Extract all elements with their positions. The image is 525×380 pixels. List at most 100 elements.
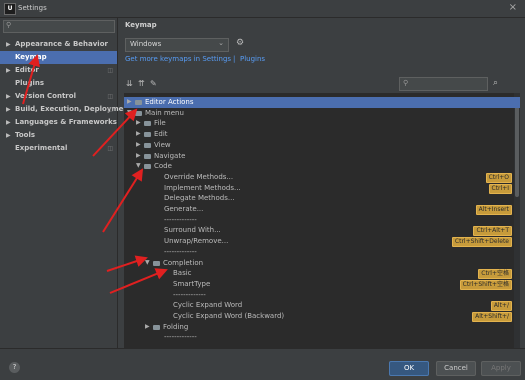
tree-row-label: View [154, 140, 171, 149]
sidebar-item-version-control[interactable]: ▶ Version Control ◫ [0, 90, 117, 103]
tree-group[interactable]: ▶ Editor Actions [124, 97, 520, 108]
cancel-button[interactable]: Cancel [436, 361, 476, 376]
dialog-footer: ? OK Cancel Apply [0, 348, 525, 380]
sidebar-item-label: Appearance & Behavior [15, 40, 108, 48]
project-scope-icon: ◫ [107, 145, 113, 152]
tree-row-label: Edit [154, 130, 168, 139]
tree-group[interactable]: ▶ Navigate [124, 151, 520, 162]
shortcut-badge: Ctrl+Alt+T [473, 226, 512, 237]
chevron-down-icon[interactable]: ▼ [127, 108, 132, 119]
tree-action[interactable]: ------------- [124, 290, 520, 301]
chevron-right-icon[interactable]: ▶ [145, 322, 150, 333]
help-icon[interactable]: ? [9, 362, 20, 373]
chevron-right-icon[interactable]: ▶ [6, 116, 11, 129]
ok-button[interactable]: OK [389, 361, 429, 376]
tree-group[interactable]: ▶ File [124, 118, 520, 129]
tree-row-label: Override Methods... [164, 172, 234, 181]
find-by-shortcut-icon[interactable]: ⌕ [493, 78, 498, 88]
chevron-right-icon[interactable]: ▶ [6, 90, 11, 103]
tree-action[interactable]: ------------- [124, 247, 520, 258]
chevron-right-icon[interactable]: ▶ [6, 103, 11, 116]
chevron-right-icon[interactable]: ▶ [136, 129, 141, 140]
sidebar-item-label: Build, Execution, Deployment [15, 105, 132, 113]
tree-action[interactable]: Cyclic Expand Word (Backward) Alt+Shift+/ [124, 311, 520, 322]
tree-group[interactable]: ▶ Edit [124, 129, 520, 140]
tree-group[interactable]: ▶ View [124, 140, 520, 151]
tree-group[interactable]: ▶ Folding [124, 322, 520, 333]
sidebar-item-label: Experimental [15, 144, 68, 152]
plugins-link[interactable]: Plugins [240, 55, 265, 63]
tree-action[interactable]: Implement Methods... Ctrl+I [124, 183, 520, 194]
expand-all-icon[interactable]: ⇊ [126, 79, 138, 88]
tree-row-label: File [154, 119, 166, 128]
tree-row-label: ------------- [164, 215, 197, 224]
folder-icon [144, 121, 151, 127]
tree-row-label: ------------- [164, 333, 197, 342]
edit-icon[interactable]: ✎ [150, 79, 162, 88]
sidebar-search-input[interactable]: ⚲ [3, 20, 115, 33]
tree-action[interactable]: ------------- [124, 332, 520, 343]
sidebar-item-label: Tools [15, 131, 36, 139]
tree-action[interactable]: Override Methods... Ctrl+O [124, 172, 520, 183]
tree-group[interactable]: ▼ Completion [124, 258, 520, 269]
chevron-right-icon[interactable]: ▶ [127, 97, 132, 108]
sidebar-item-label: Keymap [15, 53, 47, 61]
close-icon[interactable]: × [509, 2, 517, 13]
settings-sidebar: ⚲ ▶ Appearance & Behavior Keymap ▶ Editor ◫ Pl… [0, 18, 132, 348]
shortcut-badge: Ctrl+Shift+空格 [459, 279, 512, 290]
tree-action[interactable]: Basic Ctrl+空格 [124, 268, 520, 280]
sidebar-item-experimental[interactable]: Experimental ◫ [0, 142, 117, 155]
tree-action[interactable]: ------------- [124, 215, 520, 226]
tree-group[interactable]: ▼ Code [124, 161, 520, 172]
shortcut-badge: Ctrl+Shift+Delete [451, 237, 512, 248]
tree-action[interactable]: Unwrap/Remove... Ctrl+Shift+Delete [124, 236, 520, 248]
chevron-down-icon[interactable]: ▼ [145, 258, 150, 269]
chevron-right-icon[interactable]: ▶ [136, 118, 141, 129]
keymap-panel: Keymap Windows ⌄ ⚙ Get more keymaps in S… [118, 18, 525, 368]
tree-action[interactable]: SmartType Ctrl+Shift+空格 [124, 279, 520, 290]
tree-row-label: Cyclic Expand Word (Backward) [173, 312, 285, 320]
chevron-down-icon[interactable]: ▼ [136, 161, 141, 172]
tree-row-label: Delegate Methods... [164, 194, 235, 203]
apply-button[interactable]: Apply [481, 361, 521, 376]
sidebar-item-tools[interactable]: ▶ Tools [0, 129, 117, 142]
page-title: Keymap [125, 21, 157, 29]
tree-row-label: Code [154, 162, 172, 171]
sidebar-item-appearance-behavior[interactable]: ▶ Appearance & Behavior [0, 38, 117, 51]
tree-toolbar: ⇊ ⇈ ✎ [126, 79, 162, 89]
tree-row-label: SmartType [173, 279, 211, 288]
shortcut-badge: Ctrl+空格 [478, 269, 512, 280]
shortcut-badge: Alt+Insert [475, 205, 512, 215]
chevron-right-icon[interactable]: ▶ [6, 38, 11, 51]
title-bar: U Settings × [0, 0, 525, 18]
keymap-select[interactable]: Windows ⌄ [125, 38, 229, 52]
get-more-keymaps-link[interactable]: Get more keymaps in Settings [125, 55, 231, 63]
tree-row-label: Completion [163, 258, 204, 267]
chevron-right-icon[interactable]: ▶ [6, 64, 11, 77]
collapse-all-icon[interactable]: ⇈ [138, 79, 150, 88]
chevron-right-icon[interactable]: ▶ [6, 129, 11, 142]
sidebar-item-editor[interactable]: ▶ Editor ◫ [0, 64, 117, 77]
shortcut-badge: Ctrl+O [485, 172, 512, 183]
tree-row-label: Unwrap/Remove... [164, 237, 229, 246]
tree-action[interactable]: Cyclic Expand Word Alt+/ [124, 300, 520, 312]
shortcut-badge: Ctrl+I [488, 183, 512, 194]
gear-icon[interactable]: ⚙ [236, 38, 244, 48]
action-filter-input[interactable]: ⚲ [399, 77, 488, 91]
tree-row-label: Folding [163, 322, 189, 331]
tree-action[interactable]: Surround With... Ctrl+Alt+T [124, 225, 520, 237]
chevron-right-icon[interactable]: ▶ [136, 151, 141, 162]
folder-icon [144, 132, 151, 138]
sidebar-item-plugins[interactable]: Plugins [0, 77, 117, 90]
tree-action[interactable]: Delegate Methods... [124, 193, 520, 204]
folder-icon [144, 153, 151, 159]
tree-action[interactable]: Generate... Alt+Insert [124, 204, 520, 215]
sidebar-item-languages-frameworks[interactable]: ▶ Languages & Frameworks [0, 116, 117, 129]
tree-group[interactable]: ▼ Main menu [124, 108, 520, 119]
chevron-right-icon[interactable]: ▶ [136, 140, 141, 151]
sidebar-item-build-execution-deployment[interactable]: ▶ Build, Execution, Deployment ◫ [0, 103, 132, 116]
sidebar-item-label: Version Control [15, 92, 76, 100]
tree-row-label: Surround With... [164, 226, 221, 235]
folder-icon [144, 142, 151, 148]
sidebar-item-keymap[interactable]: Keymap [0, 51, 117, 64]
